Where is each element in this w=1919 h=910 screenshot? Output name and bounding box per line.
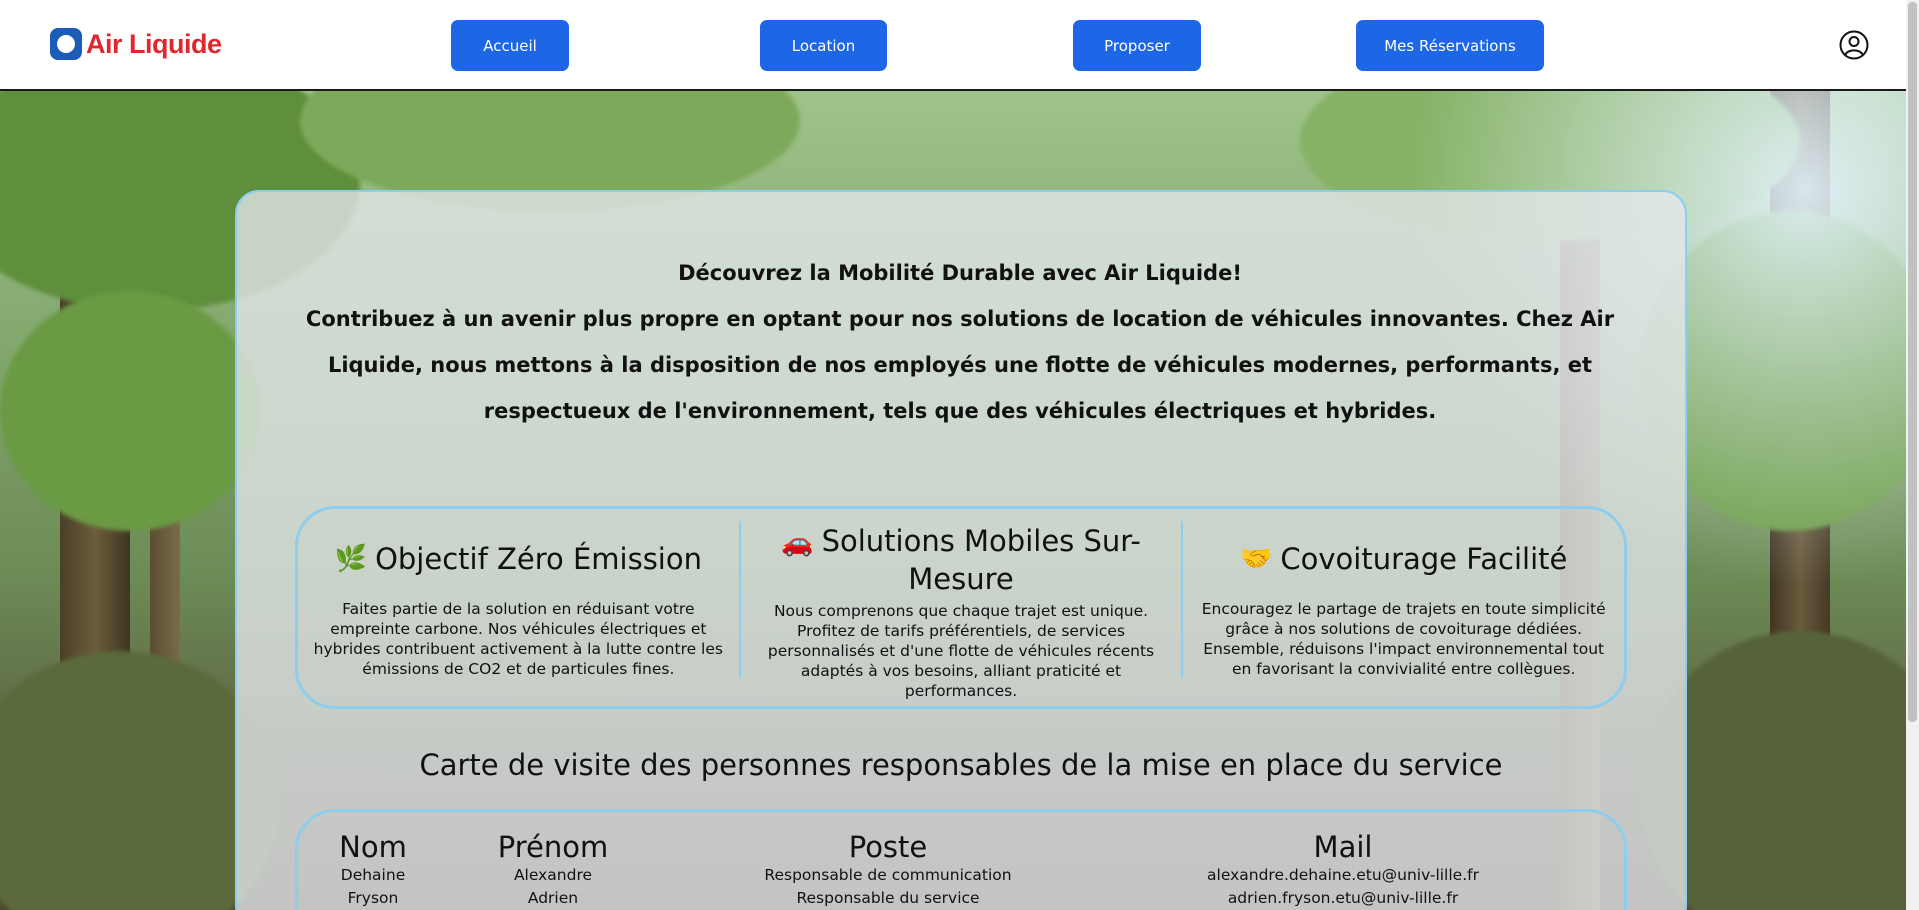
team-section-title: Carte de visite des personnes responsabl… xyxy=(419,748,1503,782)
feature-title: Covoiturage Facilité xyxy=(1280,542,1568,576)
column-poste: Poste Responsable de communication Respo… xyxy=(728,830,1048,910)
table-cell: Alexandre xyxy=(513,866,593,884)
column-header: Poste xyxy=(848,830,928,864)
column-prenom: Prénom Alexandre Adrien xyxy=(463,830,643,910)
feature-solutions-mobiles: 🚗 Solutions Mobiles Sur-Mesure Nous compr… xyxy=(738,521,1182,700)
feature-title: Objectif Zéro Émission xyxy=(375,542,702,576)
table-cell: Adrien xyxy=(527,889,579,907)
feature-text: Nous comprenons que chaque trajet est un… xyxy=(767,602,1155,700)
table-cell: Responsable de communication xyxy=(764,866,1012,884)
table-cell: Dehaine xyxy=(340,866,406,884)
column-header: Mail xyxy=(1313,830,1373,864)
scrollbar-thumb[interactable] xyxy=(1908,2,1917,722)
car-icon: 🚗 xyxy=(781,528,814,558)
column-nom: Nom Dehaine Fryson xyxy=(298,830,448,910)
column-mail: Mail alexandre.dehaine.etu@univ-lille.fr… xyxy=(1138,830,1548,910)
nav-mes-reservations-button[interactable]: Mes Réservations xyxy=(1356,20,1544,71)
feature-text: Faites partie de la solution en réduisan… xyxy=(313,600,723,678)
page-scrollbar[interactable] xyxy=(1906,0,1919,910)
air-liquide-logo[interactable]: Air Liquide xyxy=(50,27,222,61)
team-contact-table: Nom Dehaine Fryson Prénom Alexandre Adri… xyxy=(295,809,1627,910)
intro-section: Découvrez la Mobilité Durable avec Air L… xyxy=(290,250,1630,434)
table-cell: Fryson xyxy=(347,889,399,907)
feature-covoiturage: 🤝 Covoiturage Facilité Encouragez le par… xyxy=(1181,521,1624,678)
handshake-icon: 🤝 xyxy=(1240,544,1273,574)
leaf-icon: 🌿 xyxy=(334,544,368,574)
intro-title: Découvrez la Mobilité Durable avec Air L… xyxy=(678,261,1242,285)
column-header: Nom xyxy=(339,830,407,864)
nav-location-button[interactable]: Location xyxy=(760,20,887,71)
intro-body: Contribuez à un avenir plus propre en op… xyxy=(305,307,1615,423)
features-panel: 🌿 Objectif Zéro Émission Faites partie d… xyxy=(295,506,1627,709)
nav-accueil-button[interactable]: Accueil xyxy=(451,20,569,71)
feature-zero-emission: 🌿 Objectif Zéro Émission Faites partie d… xyxy=(298,509,739,706)
email-link[interactable]: alexandre.dehaine.etu@univ-lille.fr xyxy=(1138,864,1548,887)
nav-proposer-button[interactable]: Proposer xyxy=(1073,20,1201,71)
top-navbar: Air Liquide Accueil Location Proposer Me… xyxy=(0,0,1906,91)
column-header: Prénom xyxy=(497,830,609,864)
table-cell: Responsable du service xyxy=(796,889,980,907)
feature-title: 🚗 Solutions Mobiles Sur-Mesure xyxy=(781,524,1141,596)
user-circle-icon[interactable] xyxy=(1839,30,1869,60)
feature-text: Encouragez le partage de trajets en tout… xyxy=(1201,600,1606,678)
logo-text: Air Liquide xyxy=(86,28,222,59)
logo-mark-icon xyxy=(50,28,82,60)
email-link[interactable]: adrien.fryson.etu@univ-lille.fr xyxy=(1138,887,1548,910)
